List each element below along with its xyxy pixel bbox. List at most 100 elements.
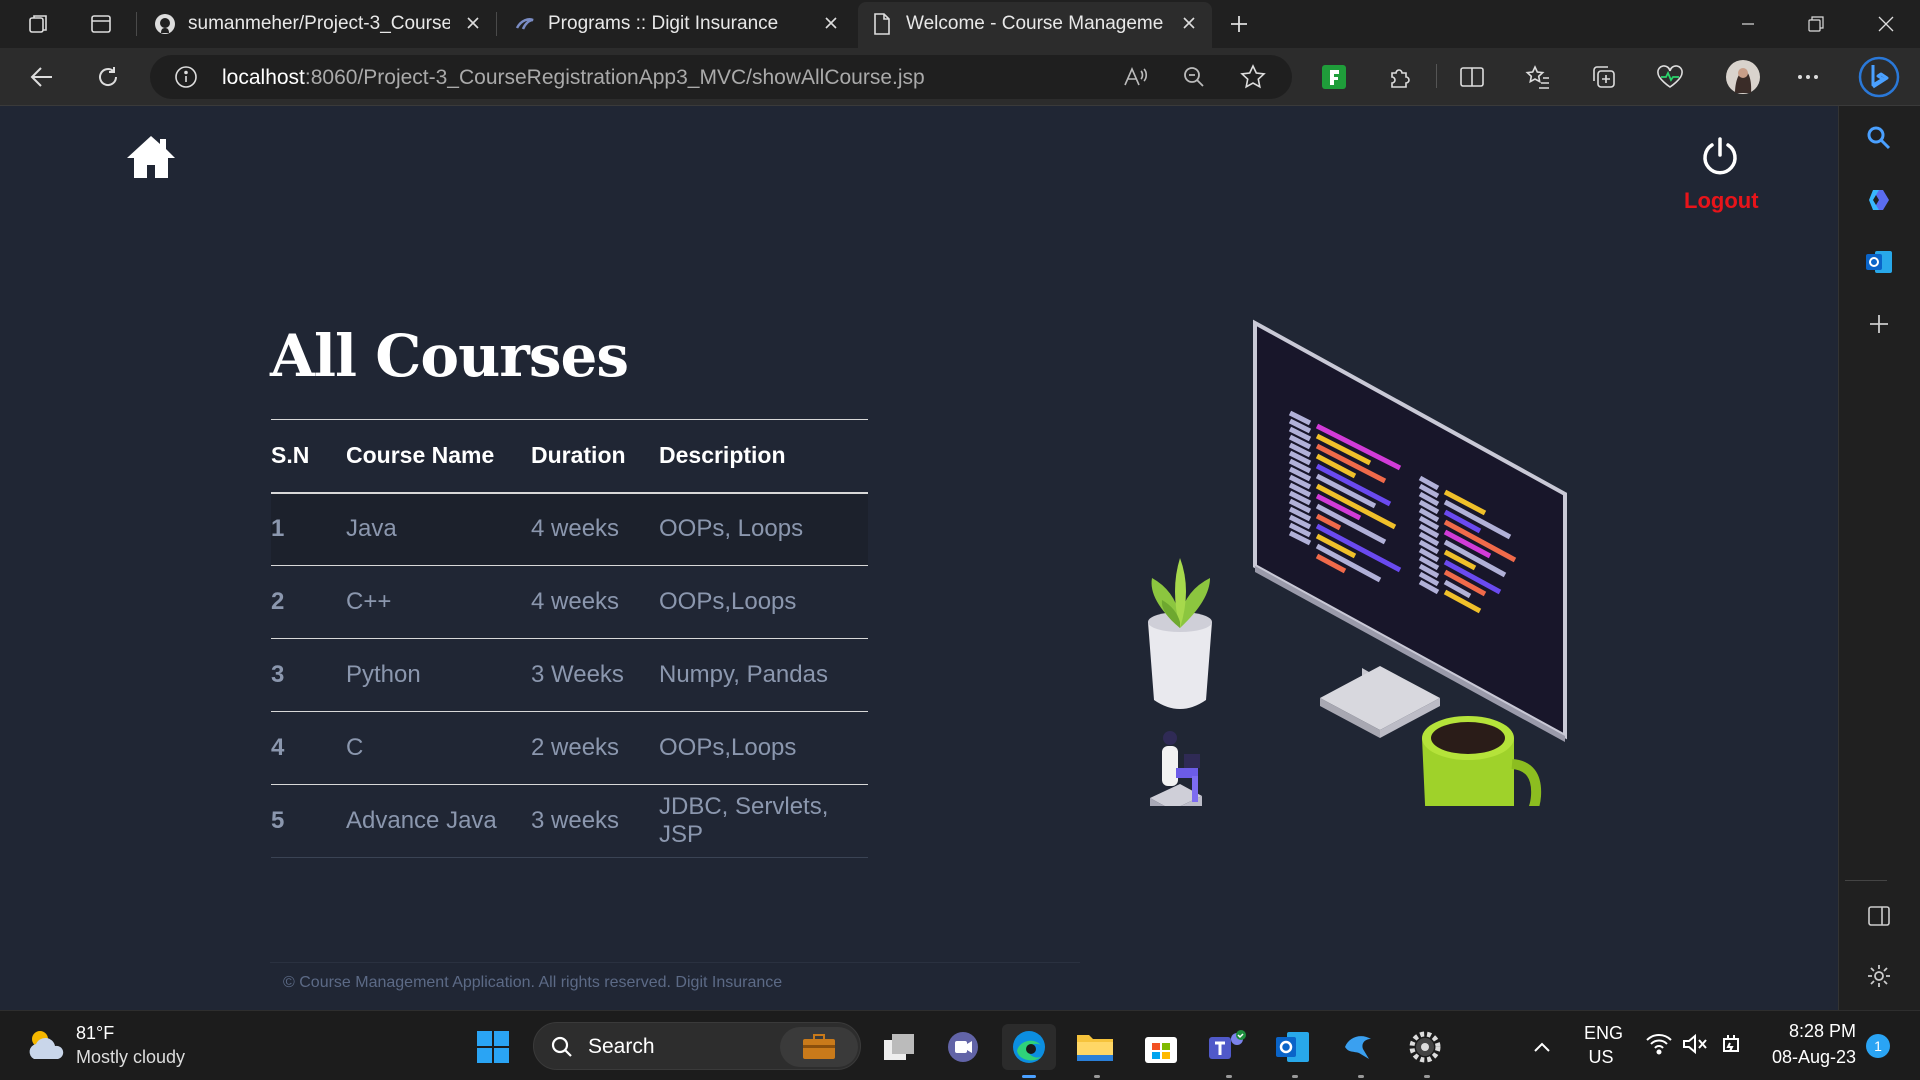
split-screen-icon[interactable] — [1456, 61, 1488, 93]
logout-link[interactable]: Logout — [1684, 188, 1759, 214]
close-tab-icon[interactable] — [462, 12, 484, 34]
file-explorer-icon[interactable] — [1072, 1024, 1118, 1070]
battery-charging-icon[interactable] — [1718, 1031, 1744, 1062]
cell-sn: 4 — [271, 711, 346, 785]
digit-logo-icon — [514, 13, 536, 35]
teams-icon[interactable] — [1204, 1024, 1250, 1070]
browser-tab-strip: sumanmeher/Project-3_CourseR Programs ::… — [0, 0, 1920, 48]
url-host: localhost — [222, 66, 305, 89]
search-icon — [550, 1035, 574, 1064]
table-row: 5 Advance Java 3 weeks JDBC, Servlets, J… — [271, 784, 868, 858]
url-text[interactable]: localhost:8060/Project-3_CourseRegistrat… — [222, 66, 925, 90]
clock-date[interactable]: 08-Aug-23 — [1762, 1047, 1856, 1068]
home-icon[interactable] — [126, 134, 176, 185]
edge-sidebar — [1838, 106, 1920, 1010]
hide-sidebar-icon[interactable] — [1861, 898, 1897, 934]
weather-description[interactable]: Mostly cloudy — [76, 1047, 185, 1068]
more-options-icon[interactable] — [1792, 61, 1824, 93]
refresh-icon[interactable] — [92, 61, 124, 93]
windows-start-icon[interactable] — [470, 1024, 516, 1070]
minimize-icon[interactable] — [1714, 0, 1782, 48]
tab-digit-insurance[interactable]: Programs :: Digit Insurance — [500, 0, 852, 48]
briefcase-icon — [780, 1027, 858, 1067]
close-window-icon[interactable] — [1852, 0, 1920, 48]
cell-duration: 3 Weeks — [531, 638, 659, 712]
courses-table: S.N Course Name Duration Description 1 J… — [271, 419, 868, 858]
weather-cloud-icon[interactable] — [26, 1027, 66, 1068]
cell-course-name: C — [346, 711, 531, 785]
table-row: 3 Python 3 Weeks Numpy, Pandas — [271, 638, 868, 712]
cell-course-name: C++ — [346, 565, 531, 639]
col-header-course-name: Course Name — [346, 419, 531, 494]
collections-icon[interactable] — [1588, 61, 1620, 93]
favorite-star-icon[interactable] — [1240, 64, 1266, 95]
close-tab-icon[interactable] — [1178, 12, 1200, 34]
copilot-icon[interactable] — [1861, 182, 1897, 218]
show-hidden-icons-chevron-icon[interactable] — [1522, 1024, 1562, 1070]
cell-sn: 2 — [271, 565, 346, 639]
read-aloud-icon[interactable] — [1122, 65, 1148, 94]
restore-icon[interactable] — [1782, 0, 1850, 48]
task-view-icon[interactable] — [876, 1024, 922, 1070]
tab-title: sumanmeher/Project-3_CourseR — [188, 13, 450, 34]
running-indicator — [1094, 1075, 1100, 1078]
weather-temperature[interactable]: 81°F — [76, 1023, 114, 1044]
tab-course-management[interactable]: Welcome - Course Management — [858, 2, 1212, 48]
site-info-icon[interactable] — [174, 65, 198, 94]
windows-taskbar: 81°F Mostly cloudy Search ENG US 8:28 PM… — [0, 1010, 1920, 1080]
cell-duration: 4 weeks — [531, 565, 659, 639]
outlook-taskbar-icon[interactable] — [1270, 1024, 1316, 1070]
table-header-row: S.N Course Name Duration Description — [271, 419, 868, 494]
speaker-muted-icon[interactable] — [1682, 1033, 1708, 1060]
screen: sumanmeher/Project-3_CourseR Programs ::… — [0, 0, 1920, 1080]
favorites-icon[interactable] — [1522, 61, 1554, 93]
cell-duration: 2 weeks — [531, 711, 659, 785]
running-indicator — [1358, 1075, 1364, 1078]
col-header-sn: S.N — [271, 419, 346, 494]
extension-green-icon[interactable] — [1318, 61, 1350, 93]
power-icon[interactable] — [1700, 136, 1740, 181]
col-header-description: Description — [659, 419, 868, 494]
profile-avatar[interactable] — [1724, 58, 1762, 96]
monitor-stand — [1320, 666, 1440, 738]
running-indicator — [1292, 1075, 1298, 1078]
settings-app-icon[interactable] — [1402, 1024, 1448, 1070]
browser-essentials-icon[interactable] — [1654, 61, 1686, 93]
close-tab-icon[interactable] — [820, 12, 842, 34]
language-line1[interactable]: ENG — [1584, 1023, 1623, 1044]
clock-time[interactable]: 8:28 PM — [1768, 1021, 1856, 1042]
settings-gear-icon[interactable] — [1861, 958, 1897, 994]
footer-text: © Course Management Application. All rig… — [283, 974, 783, 991]
zoom-out-icon[interactable] — [1182, 65, 1206, 94]
browser-toolbar: localhost:8060/Project-3_CourseRegistrat… — [0, 48, 1920, 106]
cell-description: JDBC, Servlets, JSP — [659, 784, 868, 858]
table-row: 2 C++ 4 weeks OOPs,Loops — [271, 565, 868, 639]
search-label: Search — [588, 1035, 655, 1058]
add-icon[interactable] — [1861, 306, 1897, 342]
extensions-icon[interactable] — [1384, 61, 1416, 93]
person-at-desk — [1150, 731, 1202, 806]
workspaces-icon[interactable] — [24, 9, 54, 39]
url-path: :8060/Project-3_CourseRegistrationApp3_M… — [304, 66, 925, 89]
new-tab-icon[interactable] — [1224, 9, 1254, 39]
table-row: 4 C 2 weeks OOPs,Loops — [271, 711, 868, 785]
notification-badge[interactable]: 1 — [1866, 1034, 1890, 1058]
dolphin-app-icon[interactable] — [1336, 1024, 1382, 1070]
back-icon[interactable] — [26, 61, 58, 93]
edge-active-indicator — [1022, 1075, 1036, 1078]
chat-icon[interactable] — [940, 1024, 986, 1070]
tab-github[interactable]: sumanmeher/Project-3_CourseR — [140, 0, 492, 48]
language-line2[interactable]: US — [1584, 1047, 1618, 1068]
vertical-tabs-icon[interactable] — [86, 9, 116, 39]
address-bar[interactable]: localhost:8060/Project-3_CourseRegistrat… — [150, 55, 1292, 99]
wifi-icon[interactable] — [1646, 1033, 1672, 1060]
edge-taskbar-icon[interactable] — [1002, 1024, 1056, 1070]
bing-copilot-icon[interactable] — [1858, 56, 1900, 98]
col-header-duration: Duration — [531, 419, 659, 494]
cell-duration: 4 weeks — [531, 492, 659, 566]
taskbar-search[interactable]: Search — [533, 1022, 861, 1070]
cell-sn: 1 — [271, 492, 346, 566]
outlook-icon[interactable] — [1861, 244, 1897, 280]
search-icon[interactable] — [1861, 120, 1897, 156]
microsoft-store-icon[interactable] — [1138, 1024, 1184, 1070]
